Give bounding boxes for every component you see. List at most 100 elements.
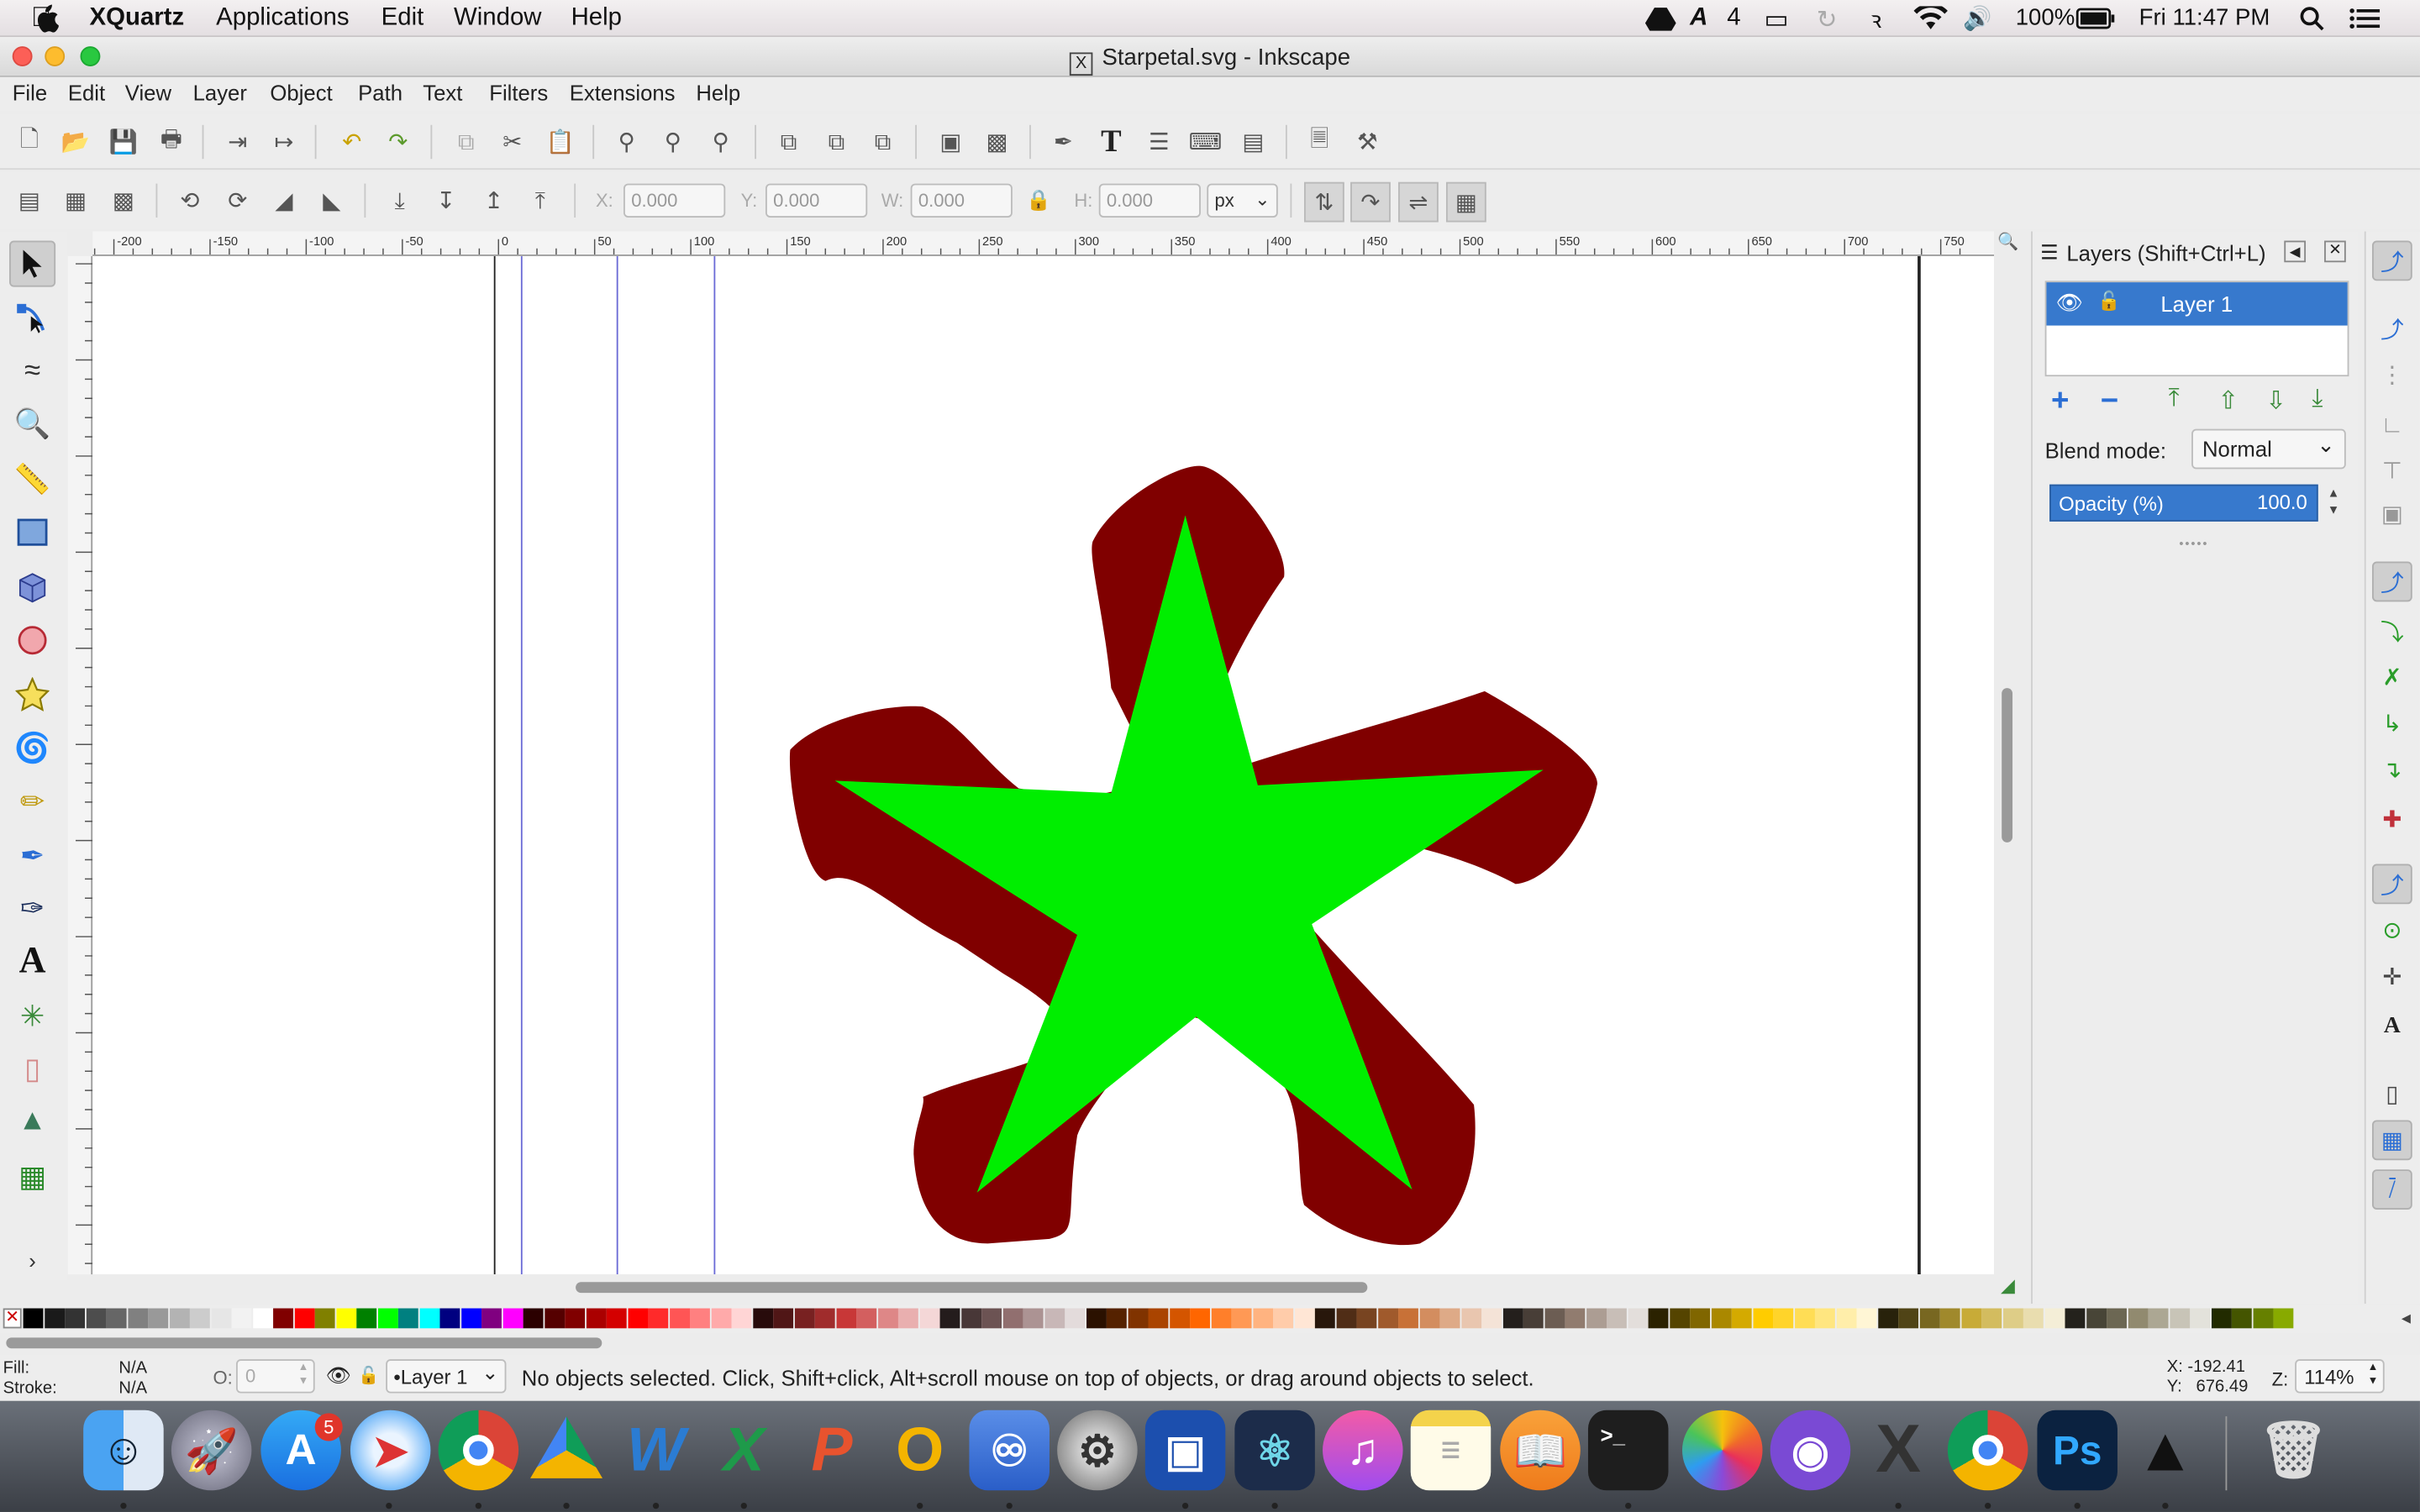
fill-value[interactable]: N/A [118, 1359, 147, 1378]
wifi-icon[interactable] [1913, 6, 1948, 30]
save-icon[interactable]: 💾 [107, 125, 140, 159]
terminal-icon[interactable]: >_ [1587, 1410, 1669, 1491]
color-swatch[interactable] [397, 1308, 418, 1329]
color-swatch[interactable] [1086, 1308, 1106, 1329]
color-swatch[interactable] [669, 1308, 690, 1329]
finder-icon[interactable]: ☺ [83, 1410, 164, 1491]
opacity-slider[interactable]: Opacity (%) 100.0 [2049, 484, 2318, 522]
color-swatch[interactable] [1648, 1308, 1669, 1329]
chrome-icon[interactable] [438, 1410, 519, 1491]
color-swatch[interactable] [502, 1308, 523, 1329]
color-swatch[interactable] [752, 1308, 773, 1329]
zoom-tool[interactable]: 🔍 [9, 402, 55, 448]
color-swatch[interactable] [627, 1308, 648, 1329]
color-swatch[interactable] [44, 1308, 65, 1329]
color-swatch[interactable] [544, 1308, 565, 1329]
duplicate-icon[interactable]: ⧉ [771, 125, 805, 159]
measure-tool[interactable]: 📏 [9, 457, 55, 503]
color-swatch[interactable] [1690, 1308, 1711, 1329]
snap-bbox-icon[interactable]: ⤴ [2372, 308, 2412, 349]
rectangle-tool[interactable] [9, 509, 55, 555]
dock-resize-handle[interactable]: ••••• [2179, 537, 2208, 551]
blend-mode-select[interactable]: Normal ⌄ [2191, 428, 2346, 470]
zoom-page-icon[interactable]: ⚲ [704, 125, 738, 159]
color-swatch[interactable] [1960, 1308, 1981, 1329]
toggle-layer-visibility-icon[interactable]: 👁 [326, 1364, 351, 1389]
color-swatch[interactable] [1877, 1308, 1898, 1329]
rotate-ccw-icon[interactable]: ⟲ [173, 184, 207, 218]
color-swatch[interactable] [710, 1308, 731, 1329]
color-swatch[interactable] [523, 1308, 544, 1329]
color-swatch[interactable] [1169, 1308, 1190, 1329]
drawing-canvas[interactable] [92, 255, 1995, 1275]
raise-to-top-icon[interactable]: ⤒ [523, 184, 557, 218]
inkscape-icon[interactable]: ▲ [2125, 1410, 2206, 1491]
color-swatch[interactable] [1460, 1308, 1481, 1329]
snap-smooth-nodes-icon[interactable]: ↴ [2372, 750, 2412, 790]
color-swatch[interactable] [65, 1308, 86, 1329]
scale-corners-icon[interactable]: ↷ [1350, 181, 1391, 223]
word-icon[interactable]: W [616, 1410, 697, 1491]
print-icon[interactable]: 🖶 [155, 125, 188, 159]
system-preferences-icon[interactable]: ⚙ [1057, 1410, 1138, 1491]
mac-menu-edit[interactable]: Edit [381, 5, 424, 33]
excel-icon[interactable]: X [704, 1410, 785, 1491]
layer-to-bottom-icon[interactable]: ⤓ [2312, 386, 2323, 413]
transform-gradients-icon[interactable]: ⇌ [1398, 181, 1439, 223]
color-swatch[interactable] [981, 1308, 1002, 1329]
snap-bbox-centers-icon[interactable]: ▣ [2372, 494, 2412, 534]
raise-icon[interactable]: ↥ [477, 184, 511, 218]
color-swatch[interactable] [1710, 1308, 1731, 1329]
align-distribute-icon[interactable]: ▤ [1236, 125, 1270, 159]
color-swatch[interactable] [1627, 1308, 1648, 1329]
github-desktop-icon[interactable]: ◉ [1770, 1410, 1851, 1491]
snap-line-midpoints-icon[interactable]: ✚ [2372, 799, 2412, 839]
menu-edit[interactable]: Edit [68, 81, 105, 105]
snap-cusp-nodes-icon[interactable]: ↳ [2372, 704, 2412, 744]
color-swatch[interactable] [106, 1308, 127, 1329]
color-swatch[interactable] [1190, 1308, 1210, 1329]
redo-icon[interactable]: ↷ [381, 125, 415, 159]
cut-icon[interactable]: ✂ [496, 125, 529, 159]
color-swatch[interactable] [835, 1308, 856, 1329]
clone-icon[interactable]: ⧉ [819, 125, 853, 159]
color-swatch[interactable] [1835, 1308, 1856, 1329]
spotlight-icon[interactable] [2300, 6, 2324, 31]
color-swatch[interactable] [1544, 1308, 1565, 1329]
h-field[interactable]: 0.000 [1098, 183, 1201, 218]
menu-file[interactable]: File [13, 81, 47, 105]
notification-center-icon[interactable] [2349, 8, 2381, 29]
color-swatch[interactable] [606, 1308, 627, 1329]
google-drive-status-icon[interactable] [1644, 6, 1676, 31]
vertical-scroll-thumb[interactable] [2002, 688, 2013, 843]
palette-scroll-thumb[interactable] [6, 1337, 602, 1349]
color-swatch[interactable] [2169, 1308, 2190, 1329]
color-swatch[interactable] [2044, 1308, 2065, 1329]
color-swatch[interactable] [731, 1308, 752, 1329]
color-swatch[interactable] [690, 1308, 710, 1329]
color-swatch[interactable] [169, 1308, 189, 1329]
xml-editor-icon[interactable]: ⌨ [1188, 125, 1223, 159]
color-swatch[interactable] [189, 1308, 210, 1329]
notes-icon[interactable]: ☰ [1410, 1410, 1491, 1491]
flip-horizontal-icon[interactable]: ◢ [267, 184, 301, 218]
itunes-icon[interactable]: ♫ [1323, 1410, 1403, 1491]
color-swatch[interactable] [481, 1308, 502, 1329]
object-opacity-field[interactable]: 0 ▲ ▼ [236, 1359, 315, 1394]
snap-paths-icon[interactable]: ⤵ [2372, 611, 2412, 651]
color-swatch[interactable] [2065, 1308, 2086, 1329]
color-swatch[interactable] [1502, 1308, 1523, 1329]
remove-layer-button[interactable]: − [2101, 384, 2118, 419]
color-swatch[interactable] [1918, 1308, 1939, 1329]
bluetooth-icon[interactable]: ꝛ [1870, 5, 1881, 36]
apple-icon[interactable] [33, 4, 59, 33]
clock[interactable]: Fri 11:47 PM [2139, 5, 2270, 31]
layer-row[interactable]: 👁 🔓 Layer 1 [2046, 282, 2348, 326]
color-swatch[interactable] [210, 1308, 231, 1329]
color-swatch[interactable] [1439, 1308, 1460, 1329]
mac-menu-window[interactable]: Window [454, 5, 542, 33]
x-field[interactable]: 0.000 [623, 183, 726, 218]
ibooks-icon[interactable]: 📖 [1500, 1410, 1581, 1491]
color-swatch[interactable] [2190, 1308, 2211, 1329]
xquartz-icon[interactable]: X [1858, 1410, 1939, 1491]
